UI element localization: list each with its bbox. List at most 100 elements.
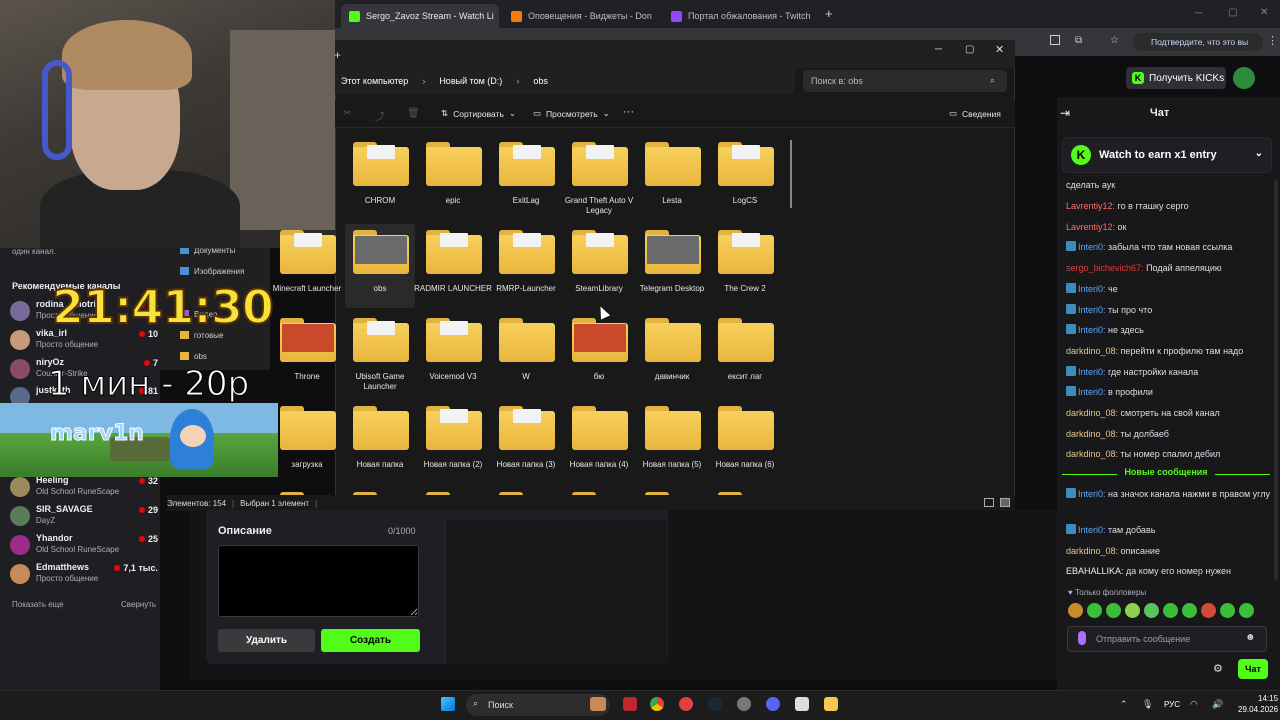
chrome-icon[interactable] [650,697,664,711]
folder-item[interactable]: RMRP-Launcher [491,224,561,308]
collapse-chat-icon[interactable]: ⇥ [1060,106,1070,120]
volume-icon[interactable]: 🔊 [1212,699,1223,710]
gear-icon[interactable]: ⚙ [1213,662,1223,675]
emote-icon[interactable] [1144,603,1159,618]
close-icon[interactable]: ✕ [995,43,1004,56]
file-explorer-icon[interactable] [824,697,838,711]
nav-item-images[interactable]: Изображения [180,267,244,276]
chat-username[interactable]: sergo_bichevich67: [1066,263,1146,273]
folder-item[interactable]: ексит лаг [710,312,780,396]
steam-icon[interactable] [708,697,722,711]
sort-button[interactable]: ⇅ Сортировать ⌄ [441,108,516,119]
chat-username[interactable]: Interi0: [1078,242,1108,252]
chevron-up-icon[interactable]: ⌃ [1120,699,1128,710]
folder-item[interactable]: epic [418,136,488,220]
new-tab-button[interactable]: + [825,6,833,21]
folder-item[interactable]: W [491,312,561,396]
chat-username[interactable]: Lavrentiy12: [1066,222,1118,232]
details-view-icon[interactable] [984,498,994,507]
folder-item[interactable]: LogCS [710,136,780,220]
microphone-icon[interactable]: 🎙 [1142,699,1153,710]
show-more-link[interactable]: Показать еще [12,600,64,609]
get-kicks-button[interactable]: K Получить KICKs [1126,67,1226,89]
cut-icon[interactable]: ✂ [343,108,351,119]
bookmark-icon[interactable]: ☆ [1110,35,1119,46]
opera-icon[interactable] [679,697,693,711]
tab-kick-stream[interactable]: Sergo_Zavoz Stream - Watch Li ✕ [341,4,499,28]
chat-username[interactable]: darkdino_08: [1066,546,1121,556]
folder-item[interactable]: Grand Theft Auto V Legacy [564,136,634,220]
scrollbar[interactable] [790,140,792,208]
sidebar-channel[interactable]: SIR_SAVAGE DayZ 29 [10,503,162,531]
discord-icon[interactable] [766,697,780,711]
app-k-icon[interactable] [623,697,637,711]
puzzle-icon[interactable]: ⧉ [1075,35,1082,46]
wifi-icon[interactable]: ◠ [1190,699,1198,710]
share-icon[interactable]: ⤴ [375,108,385,123]
emoji-icon[interactable]: ☻ [1245,632,1256,643]
breadcrumb-item[interactable]: obs [533,76,548,86]
delete-icon[interactable]: 🗑 [407,108,420,119]
chat-username[interactable]: Interi0: [1078,489,1108,499]
create-button[interactable]: Создать [321,629,420,652]
chat-username[interactable]: darkdino_08: [1066,449,1121,459]
chat-username[interactable]: Interi0: [1078,325,1108,335]
settings-icon[interactable] [737,697,751,711]
folder-item[interactable]: Новая папка (3) [491,400,561,484]
chat-username[interactable]: Interi0: [1078,305,1108,315]
folder-item[interactable]: Новая папка (2) [418,400,488,484]
chat-input[interactable]: Отправить сообщение [1067,626,1267,652]
folder-item[interactable]: Новая папка (4) [564,400,634,484]
folder-item[interactable]: давинчик [637,312,707,396]
chat-username[interactable]: darkdino_08: [1066,346,1121,356]
confirm-identity-button[interactable]: Подтвердите, что это вы [1133,33,1263,51]
emote-icon[interactable] [1068,603,1083,618]
chat-username[interactable]: Interi0: [1078,525,1108,535]
tiles-view-icon[interactable] [1000,498,1010,507]
chevron-down-icon[interactable]: ⌄ [1255,148,1263,159]
extension-icon[interactable] [1050,35,1060,45]
watch-to-earn-banner[interactable]: K Watch to earn x1 entry ⌄ [1062,137,1272,173]
windows-start-icon[interactable] [441,697,455,711]
chat-username[interactable]: EBAHALLIKA: [1066,566,1126,576]
chat-username[interactable]: Lavrentiy12: [1066,201,1118,211]
clock[interactable]: 14:15 29.04.2026 [1238,693,1278,715]
breadcrumb-item[interactable]: Новый том (D:) [439,76,502,86]
folder-item[interactable]: CHROM [345,136,415,220]
folder-item[interactable]: Minecraft Launcher [272,224,342,308]
maximize-icon[interactable]: ▢ [1228,7,1237,18]
folder-item[interactable]: Throne [272,312,342,396]
folder-item[interactable]: SteamLibrary [564,224,634,308]
new-messages-divider[interactable]: Новые сообщения [1062,467,1270,481]
notepad-icon[interactable] [795,697,809,711]
emote-icon[interactable] [1125,603,1140,618]
folder-item[interactable]: Telegram Desktop [637,224,707,308]
delete-button[interactable]: Удалить [218,629,315,652]
folder-item[interactable]: obs [345,224,415,308]
minimize-icon[interactable]: ─ [935,44,942,55]
avatar[interactable] [1233,67,1255,89]
tab-donation-alerts[interactable]: Оповещения - Виджеты - Don ✕ [503,4,661,28]
new-tab-icon[interactable]: + [334,48,341,62]
emote-icon[interactable] [1239,603,1254,618]
emote-icon[interactable] [1201,603,1216,618]
chat-send-button[interactable]: Чат [1238,659,1268,679]
emote-icon[interactable] [1163,603,1178,618]
folder-item[interactable]: Lesta [637,136,707,220]
view-button[interactable]: ▭ Просмотреть ⌄ [533,108,610,119]
collapse-link[interactable]: Свернуть [121,600,156,609]
folder-item[interactable]: The Crew 2 [710,224,780,308]
menu-kebab-icon[interactable]: ⋮ [1267,34,1278,47]
folder-item[interactable]: Новая папка (5) [637,400,707,484]
chat-username[interactable]: darkdino_08: [1066,429,1121,439]
folder-item[interactable]: ExitLag [491,136,561,220]
scrollbar[interactable] [1274,180,1278,580]
sidebar-channel[interactable]: Edmatthews Просто общение 7,1 тыс. [10,561,162,589]
sidebar-channel[interactable]: Yhandor Old School RuneScape 25 [10,532,162,560]
chat-username[interactable]: Interi0: [1078,367,1108,377]
folder-item[interactable]: Ubisoft Game Launcher [345,312,415,396]
sidebar-channel[interactable]: Heeling Old School RuneScape 32 [10,474,162,502]
close-window-icon[interactable]: ✕ [1260,7,1268,18]
folder-item[interactable]: загрузка [272,400,342,484]
folder-item[interactable]: Новая папка (6) [710,400,780,484]
